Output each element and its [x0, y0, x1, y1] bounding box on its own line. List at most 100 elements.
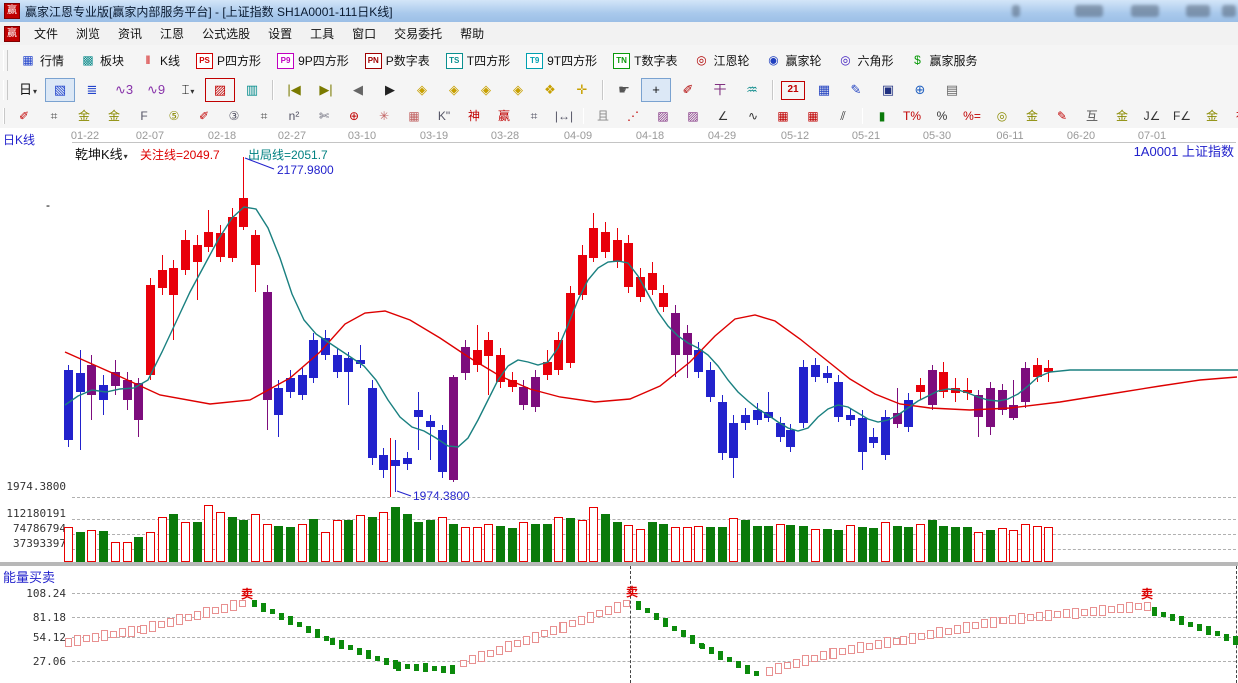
t-percent-button[interactable]: T%	[898, 106, 926, 127]
menu-item-设置[interactable]: 设置	[259, 22, 301, 45]
win-grid-button[interactable]: 赢	[490, 106, 518, 127]
save-chart-button[interactable]: ▣	[873, 78, 903, 102]
menu-item-浏览[interactable]: 浏览	[67, 22, 109, 45]
menu-item-公式选股[interactable]: 公式选股	[193, 22, 259, 45]
period-label[interactable]: 日K线	[3, 131, 35, 148]
draw-pen-2-button[interactable]: ✐	[190, 106, 218, 127]
candle-type-button[interactable]: ⌶▾	[173, 78, 203, 102]
toolbar-button-9T四方形[interactable]: T99T四方形	[518, 49, 605, 72]
draw-pen-button[interactable]: ✐	[10, 106, 38, 127]
k-quote-button[interactable]: K"	[430, 106, 458, 127]
red-grid-2-button[interactable]: ▦	[799, 106, 827, 127]
gold-circle-button[interactable]: ◎	[988, 106, 1016, 127]
indicator-title[interactable]: 能量买卖	[3, 567, 55, 586]
shen-grid-button[interactable]: 神	[460, 106, 488, 127]
gold-grid-1-button[interactable]: 金	[70, 106, 98, 127]
chart-canvas[interactable]	[0, 128, 1238, 683]
calculator-button[interactable]: ▦	[809, 78, 839, 102]
compass-tool-button[interactable]: ✐	[673, 78, 703, 102]
qiankun-pattern-button[interactable]: ▨	[205, 78, 235, 102]
compress-button[interactable]: ◈	[503, 78, 533, 102]
toolbar-button-K线[interactable]: ǁK线	[132, 49, 188, 72]
circle-3-button[interactable]: ③	[220, 106, 248, 127]
ruler-2-button[interactable]: ⌗	[250, 106, 278, 127]
notes-button[interactable]: ✎	[841, 78, 871, 102]
chart-style-button[interactable]: ▧	[45, 78, 75, 102]
expand-button[interactable]: ❖	[535, 78, 565, 102]
symbol-label[interactable]: 1A0001 上证指数	[1090, 141, 1234, 160]
toolbar-button-T数字表[interactable]: TNT数字表	[605, 49, 685, 72]
shen-angle-button[interactable]: 神∠	[1228, 106, 1238, 127]
percent-button[interactable]: %	[928, 106, 956, 127]
hu-tool-button[interactable]: 互	[1078, 106, 1106, 127]
square-n-button[interactable]: n²	[280, 106, 308, 127]
toolbar-grip[interactable]	[3, 50, 8, 72]
ruler-grid-button[interactable]: ⌗	[40, 106, 68, 127]
angle-cut-button[interactable]: ✄	[310, 106, 338, 127]
target-circle-button[interactable]: ⊕	[340, 106, 368, 127]
parallel-lines-button[interactable]: ⫽	[829, 106, 857, 127]
window-control-blob[interactable]	[1186, 5, 1210, 17]
pan-4way-button[interactable]: ✛	[567, 78, 597, 102]
j-angle-button[interactable]: J∠	[1138, 106, 1166, 127]
menu-item-工具[interactable]: 工具	[301, 22, 343, 45]
toolbar-grip[interactable]	[3, 108, 5, 125]
ruler-123-button[interactable]: ⌗	[520, 106, 548, 127]
toolbar-button-江恩轮[interactable]: ◎江恩轮	[685, 49, 757, 72]
crosshair-tool-button[interactable]: +	[641, 78, 671, 102]
toolbar-button-T四方形[interactable]: TST四方形	[438, 49, 518, 72]
toolbar-button-六角形[interactable]: ◎六角形	[830, 49, 902, 72]
box-grid-button[interactable]: ▦	[400, 106, 428, 127]
wave-3-button[interactable]: ∿3	[109, 78, 139, 102]
kline-mode-label[interactable]: 乾坤K线▾	[75, 144, 128, 163]
prev-bar-button[interactable]: ◀	[343, 78, 373, 102]
toolbar-button-行情[interactable]: ▦行情	[12, 49, 72, 72]
red-pen-button[interactable]: ✎	[1048, 106, 1076, 127]
period-daily-button[interactable]: 日▾	[13, 78, 43, 102]
zoom-right-button[interactable]: ◈	[439, 78, 469, 102]
gold-lines-button[interactable]: 金	[1018, 106, 1046, 127]
fan-box-2-button[interactable]: ▨	[679, 106, 707, 127]
star-grid-button[interactable]: ✳	[370, 106, 398, 127]
panel-separator[interactable]	[0, 562, 1238, 566]
menu-item-江恩[interactable]: 江恩	[151, 22, 193, 45]
quote-list-button[interactable]: ≣	[77, 78, 107, 102]
first-bar-button[interactable]: |◀	[279, 78, 309, 102]
menu-item-窗口[interactable]: 窗口	[343, 22, 385, 45]
zoom-both-button[interactable]: ◈	[471, 78, 501, 102]
trend-angle-button[interactable]: ∠	[709, 106, 737, 127]
bars-tool-button[interactable]: ▮	[868, 106, 896, 127]
window-control-blob[interactable]	[1222, 5, 1236, 17]
measure-width-button[interactable]: |↔|	[550, 106, 578, 127]
menu-item-资讯[interactable]: 资讯	[109, 22, 151, 45]
toolbar-button-P数字表[interactable]: PNP数字表	[357, 49, 438, 72]
gold-underline-button[interactable]: 金	[1108, 106, 1136, 127]
hand-tool-button[interactable]: ☛	[609, 78, 639, 102]
menu-item-帮助[interactable]: 帮助	[451, 22, 493, 45]
wave-line-button[interactable]: ∿	[739, 106, 767, 127]
fan-box-button[interactable]: ▨	[649, 106, 677, 127]
gann-fan-button[interactable]: ⋰	[619, 106, 647, 127]
window-control-blob[interactable]	[1012, 5, 1020, 17]
frame-tool-button[interactable]: 且	[589, 106, 617, 127]
histogram-button[interactable]: ▥	[237, 78, 267, 102]
gold-angle-button[interactable]: 金∠	[1198, 106, 1226, 127]
spiral-5-button[interactable]: ⑤	[160, 106, 188, 127]
wave-9-button[interactable]: ∿9	[141, 78, 171, 102]
toolbar-grip[interactable]	[3, 80, 8, 100]
gold-grid-2-button[interactable]: 金	[100, 106, 128, 127]
web-save-button[interactable]: ⊕	[905, 78, 935, 102]
export-button[interactable]: ▤	[937, 78, 967, 102]
cycle-tool-button[interactable]: ♒	[737, 78, 767, 102]
window-control-blob[interactable]	[1131, 5, 1159, 17]
toolbar-button-P四方形[interactable]: PSP四方形	[188, 49, 269, 72]
fibonacci-grid-button[interactable]: F	[130, 106, 158, 127]
next-bar-button[interactable]: ▶	[375, 78, 405, 102]
f-angle-button[interactable]: F∠	[1168, 106, 1196, 127]
toolbar-button-板块[interactable]: ▩板块	[72, 49, 132, 72]
window-control-blob[interactable]	[1075, 5, 1103, 17]
toolbar-button-赢家服务[interactable]: $赢家服务	[902, 49, 986, 72]
zoom-left-button[interactable]: ◈	[407, 78, 437, 102]
red-grid-button[interactable]: ▦	[769, 106, 797, 127]
last-bar-button[interactable]: ▶|	[311, 78, 341, 102]
